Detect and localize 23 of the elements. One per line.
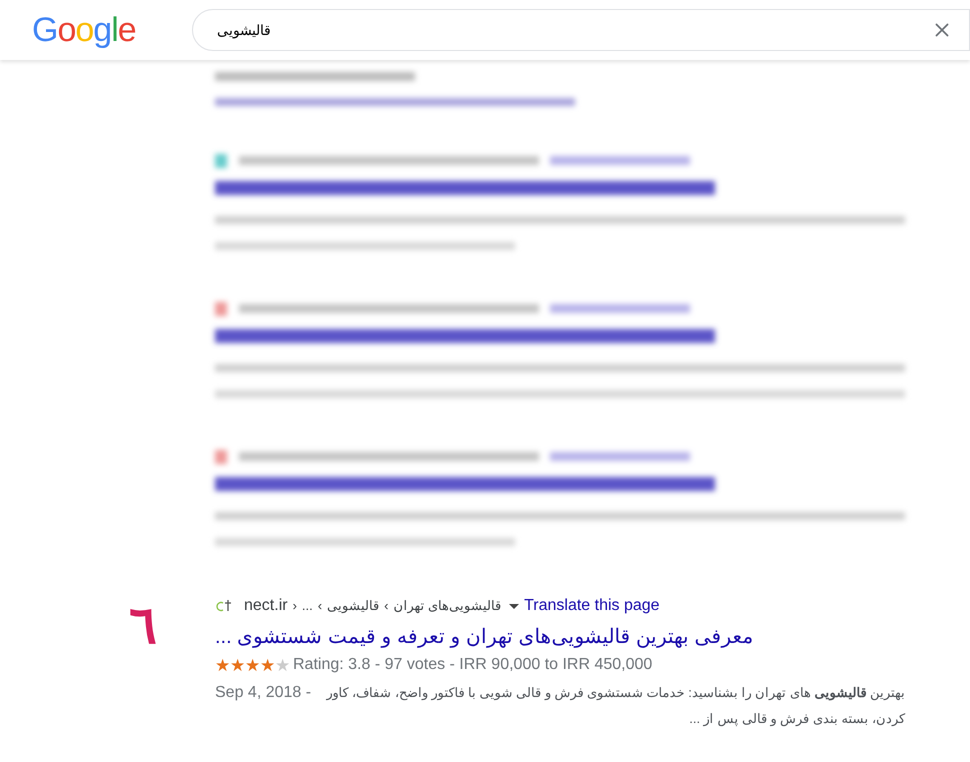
site-domain[interactable]: nect.ir (244, 594, 288, 618)
annotation-number: ٦ (129, 600, 157, 657)
star-icon: ★ (230, 656, 245, 674)
result-date: Sep 4, 2018 - (215, 683, 312, 703)
caret-icon[interactable] (509, 604, 520, 608)
breadcrumb-separator: ‹ (384, 597, 388, 616)
translate-link[interactable]: Translate this page (524, 594, 660, 618)
star-icon: ★ (275, 656, 290, 674)
snippet-text: کردن، بسته بندی فرش و قالی پس از ... (689, 710, 905, 728)
breadcrumb-separator: › (292, 597, 297, 616)
rating-text: Rating: 3.8 - 97 votes - IRR 90,000 to IRR 450,000 (293, 655, 652, 675)
snippet-text: بهترین قالیشویی های تهران را بشناسید: خدمات شستشوی فرش و قالی شویی با فاکتور واضح، شفاف، کاور (326, 684, 905, 702)
result-title[interactable]: معرفی بهترین قالیشویی‌های تهران و تعرفه و قیمت شستشوی ... (215, 622, 754, 652)
breadcrumb-item: قالیشویی (327, 597, 380, 616)
star-icon: ★ (245, 656, 260, 674)
star-icon: ★ (260, 656, 275, 674)
logo[interactable]: Google (32, 13, 192, 47)
breadcrumb-item: قالیشویی‌های تهران (393, 597, 502, 616)
search-field[interactable]: قالیشویی (192, 9, 970, 51)
star-icon: ★ (215, 656, 230, 674)
breadcrumb-item: ... (302, 597, 313, 616)
search-input[interactable]: قالیشویی (217, 20, 277, 40)
breadcrumb-separator: ‹ (318, 597, 322, 616)
